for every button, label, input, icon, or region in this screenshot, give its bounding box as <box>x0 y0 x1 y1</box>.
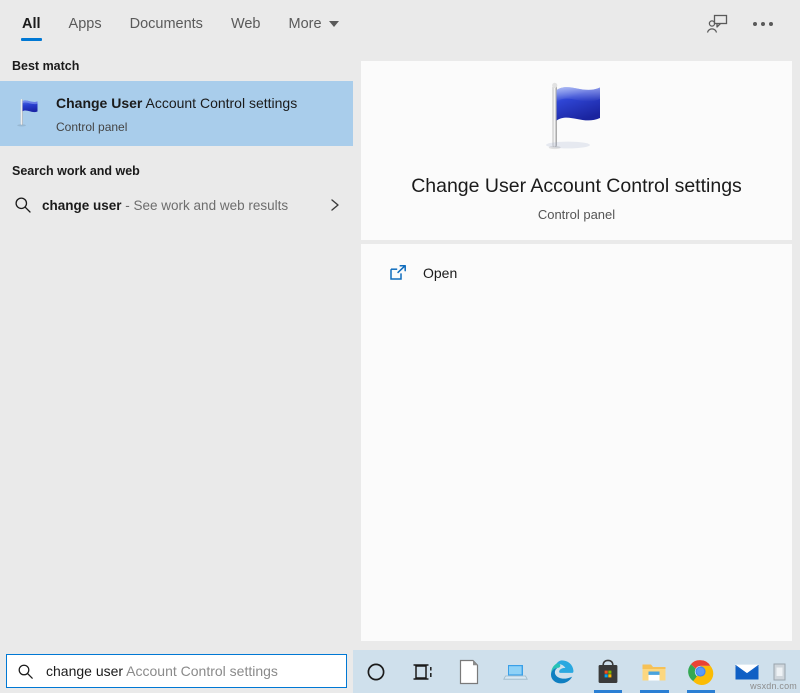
results-pane: Best match Change User Account Control s… <box>0 47 353 650</box>
search-input-text: change user Account Control settings <box>46 663 278 679</box>
taskbar-item-cortana[interactable] <box>353 650 399 693</box>
windows-search-panel: All Apps Documents Web More Best match C… <box>0 0 800 693</box>
search-icon <box>14 196 42 214</box>
tab-web-label: Web <box>230 15 261 32</box>
taskbar-item-google-chrome[interactable] <box>678 650 724 693</box>
taskbar: wsxdn.com <box>353 650 800 693</box>
open-action-label: Open <box>423 265 458 281</box>
chevron-right-icon <box>321 197 341 213</box>
tab-active-indicator <box>21 38 42 41</box>
web-section-label: Search work and web <box>12 164 140 178</box>
envelope-icon <box>735 664 759 679</box>
taskbar-item-libreoffice[interactable] <box>446 650 492 693</box>
best-match-text: Change User Account Control settings Con… <box>56 93 297 134</box>
best-match-result[interactable]: Change User Account Control settings Con… <box>0 81 353 146</box>
taskbar-item-microsoft-edge[interactable] <box>539 650 585 693</box>
store-bag-icon <box>598 659 618 683</box>
web-result-suffix: - See work and web results <box>121 197 289 213</box>
laptop-icon <box>503 664 529 680</box>
search-filter-tabs: All Apps Documents Web More <box>0 0 353 47</box>
best-match-subtitle: Control panel <box>56 120 128 134</box>
actions-card: Open <box>361 244 792 641</box>
feedback-button[interactable] <box>694 4 740 44</box>
preview-subtitle: Control panel <box>537 207 616 222</box>
taskbar-item-file-explorer[interactable] <box>631 650 677 693</box>
preview-card: Change User Account Control settings Con… <box>361 61 792 240</box>
feedback-person-icon <box>706 14 728 33</box>
document-icon <box>459 659 479 684</box>
taskbar-item-task-view[interactable] <box>399 650 445 693</box>
ellipsis-icon <box>753 21 773 26</box>
search-icon <box>17 663 34 680</box>
preview-title: Change User Account Control settings <box>411 175 742 197</box>
web-result-query: change user <box>42 197 122 213</box>
taskbar-item-microsoft-store[interactable] <box>585 650 631 693</box>
tab-more[interactable]: More <box>275 0 353 47</box>
open-action[interactable]: Open <box>361 256 792 290</box>
best-match-title: Change User Account Control settings <box>56 94 297 113</box>
open-external-icon <box>389 264 423 282</box>
header-actions <box>694 0 800 47</box>
search-typed-text: change user <box>46 663 124 679</box>
uac-flag-icon <box>534 79 620 162</box>
cortana-circle-icon <box>367 663 385 680</box>
task-view-icon <box>413 663 432 680</box>
edge-icon <box>550 659 574 683</box>
web-result-text: change user - See work and web results <box>42 198 321 213</box>
tab-apps-label: Apps <box>68 15 102 32</box>
best-match-title-rest: Account Control settings <box>142 95 298 111</box>
tab-apps[interactable]: Apps <box>55 0 116 47</box>
tab-documents-label: Documents <box>129 15 203 32</box>
search-header: All Apps Documents Web More <box>0 0 800 47</box>
tab-web[interactable]: Web <box>217 0 275 47</box>
best-match-label: Best match <box>12 59 80 73</box>
search-suggestion-text: Account Control settings <box>123 663 278 679</box>
best-match-title-bold: Change User <box>56 95 143 111</box>
tab-all-label: All <box>22 15 41 32</box>
tab-more-label: More <box>288 15 322 32</box>
chrome-icon <box>688 660 714 685</box>
search-bar: change user Account Control settings <box>0 650 353 693</box>
uac-flag-icon <box>12 93 46 131</box>
search-input[interactable]: change user Account Control settings <box>6 654 347 688</box>
folder-icon <box>642 664 666 680</box>
tab-all[interactable]: All <box>8 0 55 47</box>
web-search-result[interactable]: change user - See work and web results <box>0 186 353 224</box>
tab-documents[interactable]: Documents <box>116 0 217 47</box>
taskbar-item-remote-desktop[interactable] <box>492 650 538 693</box>
app-icon <box>773 663 786 680</box>
preview-pane: Change User Account Control settings Con… <box>353 47 800 650</box>
chevron-down-icon <box>328 20 339 27</box>
watermark: wsxdn.com <box>750 681 797 691</box>
more-options-button[interactable] <box>740 4 786 44</box>
